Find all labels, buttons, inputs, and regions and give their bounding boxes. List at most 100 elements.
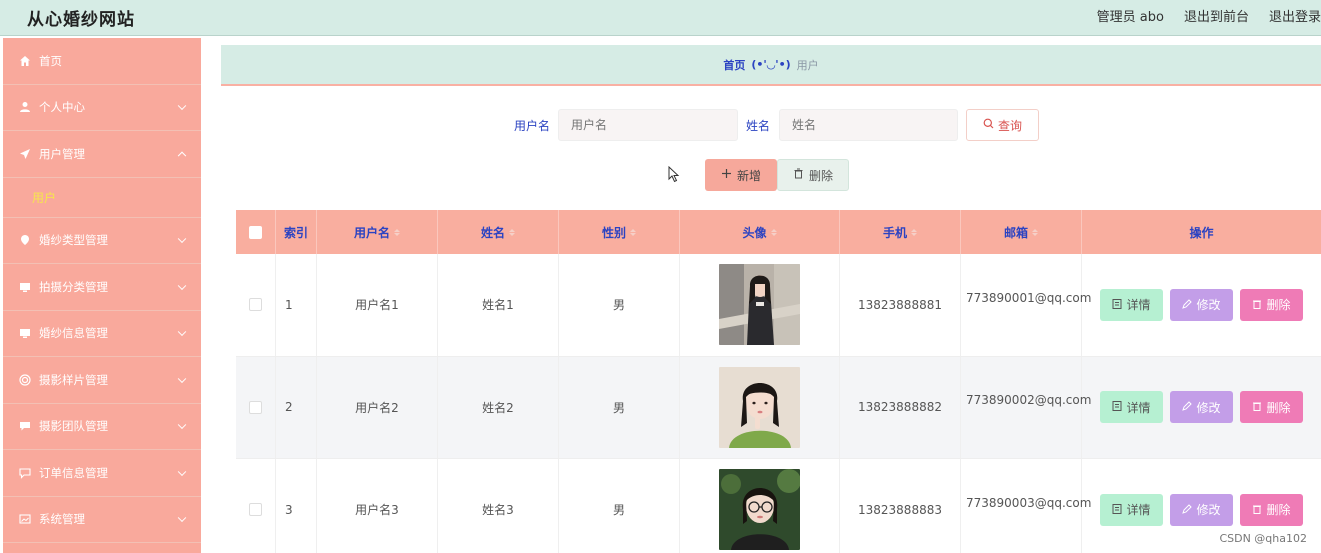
sidebar-item-dress-type[interactable]: 婚纱类型管理 (3, 218, 201, 264)
plus-icon (721, 168, 732, 182)
detail-button[interactable]: 详情 (1100, 391, 1163, 424)
chevron-down-icon (177, 374, 187, 383)
admin-label: 管理员 abo (1096, 10, 1164, 25)
sidebar-item-sample-photos[interactable]: 摄影样片管理 (3, 357, 201, 404)
message-icon (18, 466, 32, 480)
avatar[interactable] (719, 264, 800, 346)
exit-to-front-link[interactable]: 退出到前台 (1184, 6, 1249, 25)
header-name[interactable]: 姓名 (438, 210, 559, 254)
sort-icon (509, 228, 515, 236)
cell-username: 用户名2 (317, 356, 438, 458)
add-button[interactable]: 新增 (705, 159, 777, 191)
breadcrumb-separator: (•'◡'•) (751, 58, 791, 71)
email-text: 773890001@qq.com (966, 290, 1092, 305)
monitor-icon (18, 280, 32, 294)
top-right-links: 管理员 abo 退出到前台 退出登录 (1097, 6, 1321, 25)
delete-button[interactable]: 删除 (1240, 288, 1303, 321)
avatar[interactable] (719, 366, 800, 448)
submenu-item-user[interactable]: 用户 (3, 178, 201, 218)
watermark: CSDN @qha102 (1219, 532, 1307, 545)
cell-name: 姓名1 (438, 254, 559, 356)
logout-link[interactable]: 退出登录 (1269, 6, 1321, 25)
sidebar-item-label: 婚纱类型管理 (39, 233, 108, 248)
cell-avatar (680, 459, 840, 553)
sidebar-item-shoot-category[interactable]: 拍摄分类管理 (3, 264, 201, 311)
name-search-input[interactable] (779, 109, 958, 141)
breadcrumb-current: 用户 (796, 58, 819, 72)
detail-button-label: 详情 (1126, 503, 1151, 518)
send-icon (18, 147, 32, 161)
header-phone[interactable]: 手机 (840, 210, 961, 254)
chevron-up-icon (177, 151, 187, 160)
row-checkbox[interactable] (249, 503, 262, 517)
row-checkbox[interactable] (249, 400, 262, 414)
breadcrumb-home[interactable]: 首页 (723, 57, 745, 73)
table-header: 索引 用户名 姓名 性别 头像 手机 邮箱 操作 (236, 210, 1321, 254)
select-all-cell (236, 210, 276, 254)
detail-button-label: 详情 (1126, 400, 1151, 415)
avatar[interactable] (719, 469, 800, 551)
cell-ops: 详情 修改 删除 (1082, 357, 1321, 459)
sidebar-item-label: 系统管理 (39, 512, 85, 527)
chevron-down-icon (177, 513, 187, 523)
sidebar-item-photo-team[interactable]: 摄影团队管理 (3, 404, 201, 450)
action-bar: 新增 删除 (221, 159, 1321, 192)
delete-button[interactable]: 删除 (1240, 391, 1303, 424)
person-icon (18, 100, 32, 114)
edit-button[interactable]: 修改 (1170, 493, 1233, 526)
document-icon (1112, 503, 1122, 517)
delete-button-label: 删除 (1266, 400, 1291, 415)
sidebar-item-order-info[interactable]: 订单信息管理 (3, 450, 201, 497)
monitor-icon (18, 326, 32, 340)
chevron-down-icon (177, 327, 187, 337)
table-row: 1 用户名1 姓名1 男 13823888881 773890001@qq.co… (236, 254, 1321, 357)
sidebar-item-label: 订单信息管理 (39, 465, 108, 480)
header-username[interactable]: 用户名 (317, 210, 438, 254)
header-index: 索引 (276, 210, 317, 254)
add-button-label: 新增 (736, 168, 761, 183)
cell-username: 用户名1 (317, 254, 438, 356)
cell-phone: 13823888882 (840, 356, 961, 458)
trash-icon (1252, 400, 1262, 414)
sidebar-item-home[interactable]: 首页 (3, 38, 201, 85)
cell-email: 773890002@qq.com (961, 356, 1092, 458)
cell-name: 姓名2 (438, 356, 559, 458)
name-label: 姓名 (746, 119, 771, 133)
detail-button[interactable]: 详情 (1100, 288, 1163, 321)
sidebar-item-system[interactable]: 系统管理 (3, 497, 201, 543)
header-email[interactable]: 邮箱 (961, 210, 1082, 254)
sidebar-item-label: 用户管理 (39, 146, 85, 161)
chat-icon (18, 419, 32, 433)
header-avatar[interactable]: 头像 (680, 210, 840, 254)
breadcrumb: 首页 (•'◡'•) 用户 (221, 45, 1321, 86)
sidebar-item-user-management[interactable]: 用户管理 (3, 131, 201, 178)
header-gender[interactable]: 性别 (559, 210, 680, 254)
cell-avatar (680, 254, 840, 356)
row-select-cell (236, 459, 276, 553)
email-text: 773890002@qq.com (966, 393, 1092, 408)
edit-button[interactable]: 修改 (1170, 391, 1233, 424)
batch-delete-button[interactable]: 删除 (777, 159, 849, 191)
batch-delete-label: 删除 (808, 168, 833, 183)
cell-index: 2 (276, 356, 317, 458)
detail-button[interactable]: 详情 (1100, 493, 1163, 526)
pencil-icon (1182, 503, 1193, 517)
query-button[interactable]: 查询 (966, 109, 1039, 141)
sidebar-item-label: 首页 (39, 53, 62, 68)
sort-icon (1032, 228, 1038, 236)
row-select-cell (236, 254, 276, 356)
sidebar-item-dress-info[interactable]: 婚纱信息管理 (3, 311, 201, 357)
document-icon (1112, 400, 1122, 414)
delete-button[interactable]: 删除 (1240, 493, 1303, 526)
edit-button[interactable]: 修改 (1170, 288, 1233, 321)
sidebar-item-label: 婚纱信息管理 (39, 326, 108, 341)
cell-gender: 男 (559, 254, 680, 356)
sidebar-item-personal-center[interactable]: 个人中心 (3, 85, 201, 131)
delete-button-label: 删除 (1266, 298, 1291, 313)
username-search-input[interactable] (558, 109, 738, 141)
site-title: 从心婚纱网站 (27, 10, 135, 30)
row-checkbox[interactable] (249, 298, 262, 312)
select-all-checkbox[interactable] (249, 225, 262, 239)
cell-email: 773890001@qq.com (961, 254, 1092, 356)
detail-button-label: 详情 (1126, 298, 1151, 313)
